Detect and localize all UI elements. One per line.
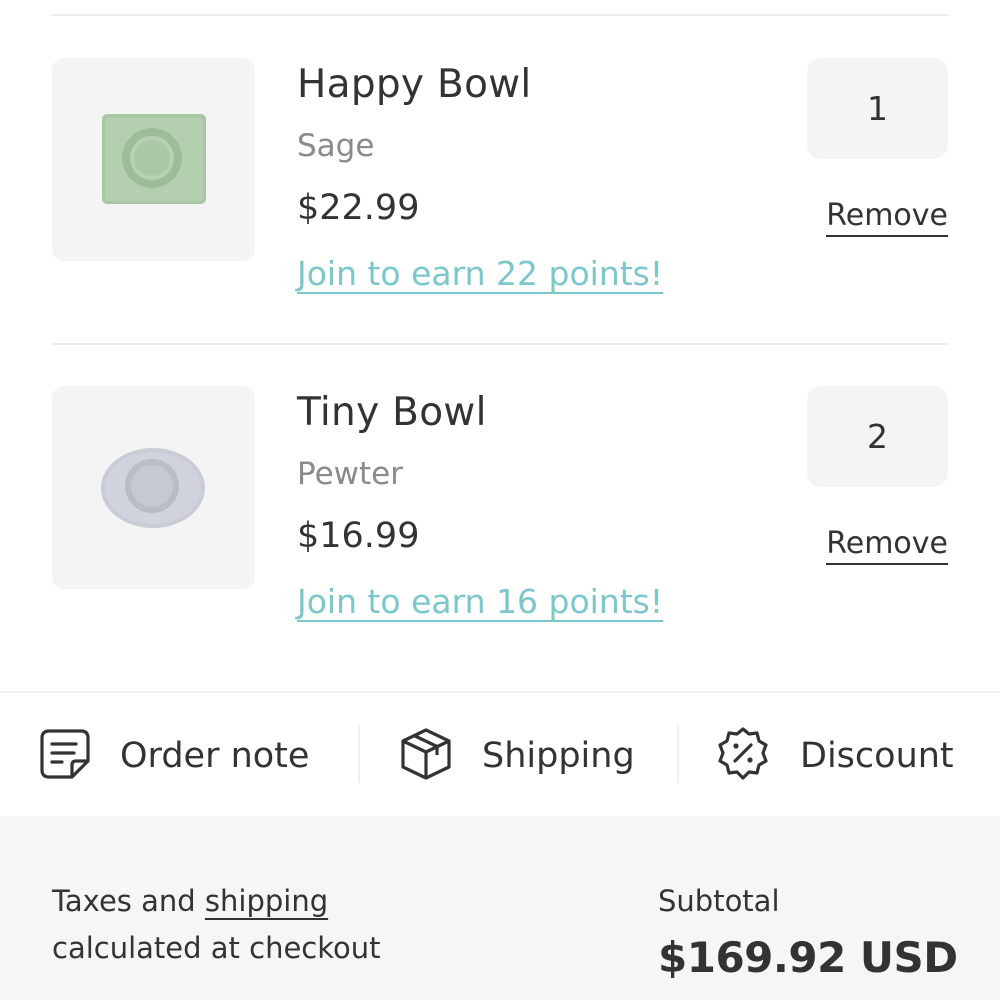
product-variant: Sage: [297, 128, 375, 164]
note-icon: [38, 727, 92, 785]
cart-actions-bar: Order note Shipping Discount: [0, 691, 1000, 818]
order-note-label: Order note: [120, 735, 310, 776]
discount-button[interactable]: Discount: [714, 693, 954, 818]
shipping-button[interactable]: Shipping: [398, 693, 635, 818]
product-image[interactable]: [52, 58, 255, 261]
tax-note-line1: Taxes and shipping: [52, 884, 328, 918]
remove-button[interactable]: Remove: [826, 198, 948, 237]
remove-button[interactable]: Remove: [826, 526, 948, 565]
cart-item: Happy Bowl Sage $22.99 Join to earn 22 p…: [0, 58, 1000, 358]
quantity-value: 2: [867, 417, 888, 456]
quantity-field[interactable]: 2: [807, 386, 948, 487]
product-name[interactable]: Tiny Bowl: [297, 390, 487, 435]
tax-note-prefix: Taxes and: [52, 884, 205, 918]
product-price: $16.99: [297, 516, 420, 556]
action-separator: [677, 725, 679, 783]
quantity-field[interactable]: 1: [807, 58, 948, 159]
box-icon: [398, 726, 454, 786]
top-divider: [52, 14, 949, 16]
item-divider: [52, 343, 949, 345]
action-separator: [358, 725, 360, 783]
earn-points-link[interactable]: Join to earn 16 points!: [297, 582, 663, 621]
product-image[interactable]: [52, 386, 255, 589]
happy-bowl-image: [102, 114, 206, 204]
cart-summary: Taxes and shipping calculated at checkou…: [0, 816, 1000, 1000]
shipping-label: Shipping: [482, 735, 635, 776]
product-variant: Pewter: [297, 456, 403, 492]
discount-badge-icon: [714, 725, 772, 787]
tax-note-line2: calculated at checkout: [52, 931, 381, 965]
cart-item: Tiny Bowl Pewter $16.99 Join to earn 16 …: [0, 386, 1000, 686]
shipping-policy-link[interactable]: shipping: [205, 884, 328, 918]
quantity-value: 1: [867, 89, 888, 128]
product-name[interactable]: Happy Bowl: [297, 62, 532, 107]
subtotal-label: Subtotal: [658, 884, 780, 918]
tiny-bowl-image: [101, 448, 205, 528]
product-price: $22.99: [297, 188, 420, 228]
earn-points-link[interactable]: Join to earn 22 points!: [297, 254, 663, 293]
discount-label: Discount: [800, 735, 954, 776]
order-note-button[interactable]: Order note: [38, 693, 309, 818]
subtotal-value: $169.92 USD: [658, 933, 958, 982]
